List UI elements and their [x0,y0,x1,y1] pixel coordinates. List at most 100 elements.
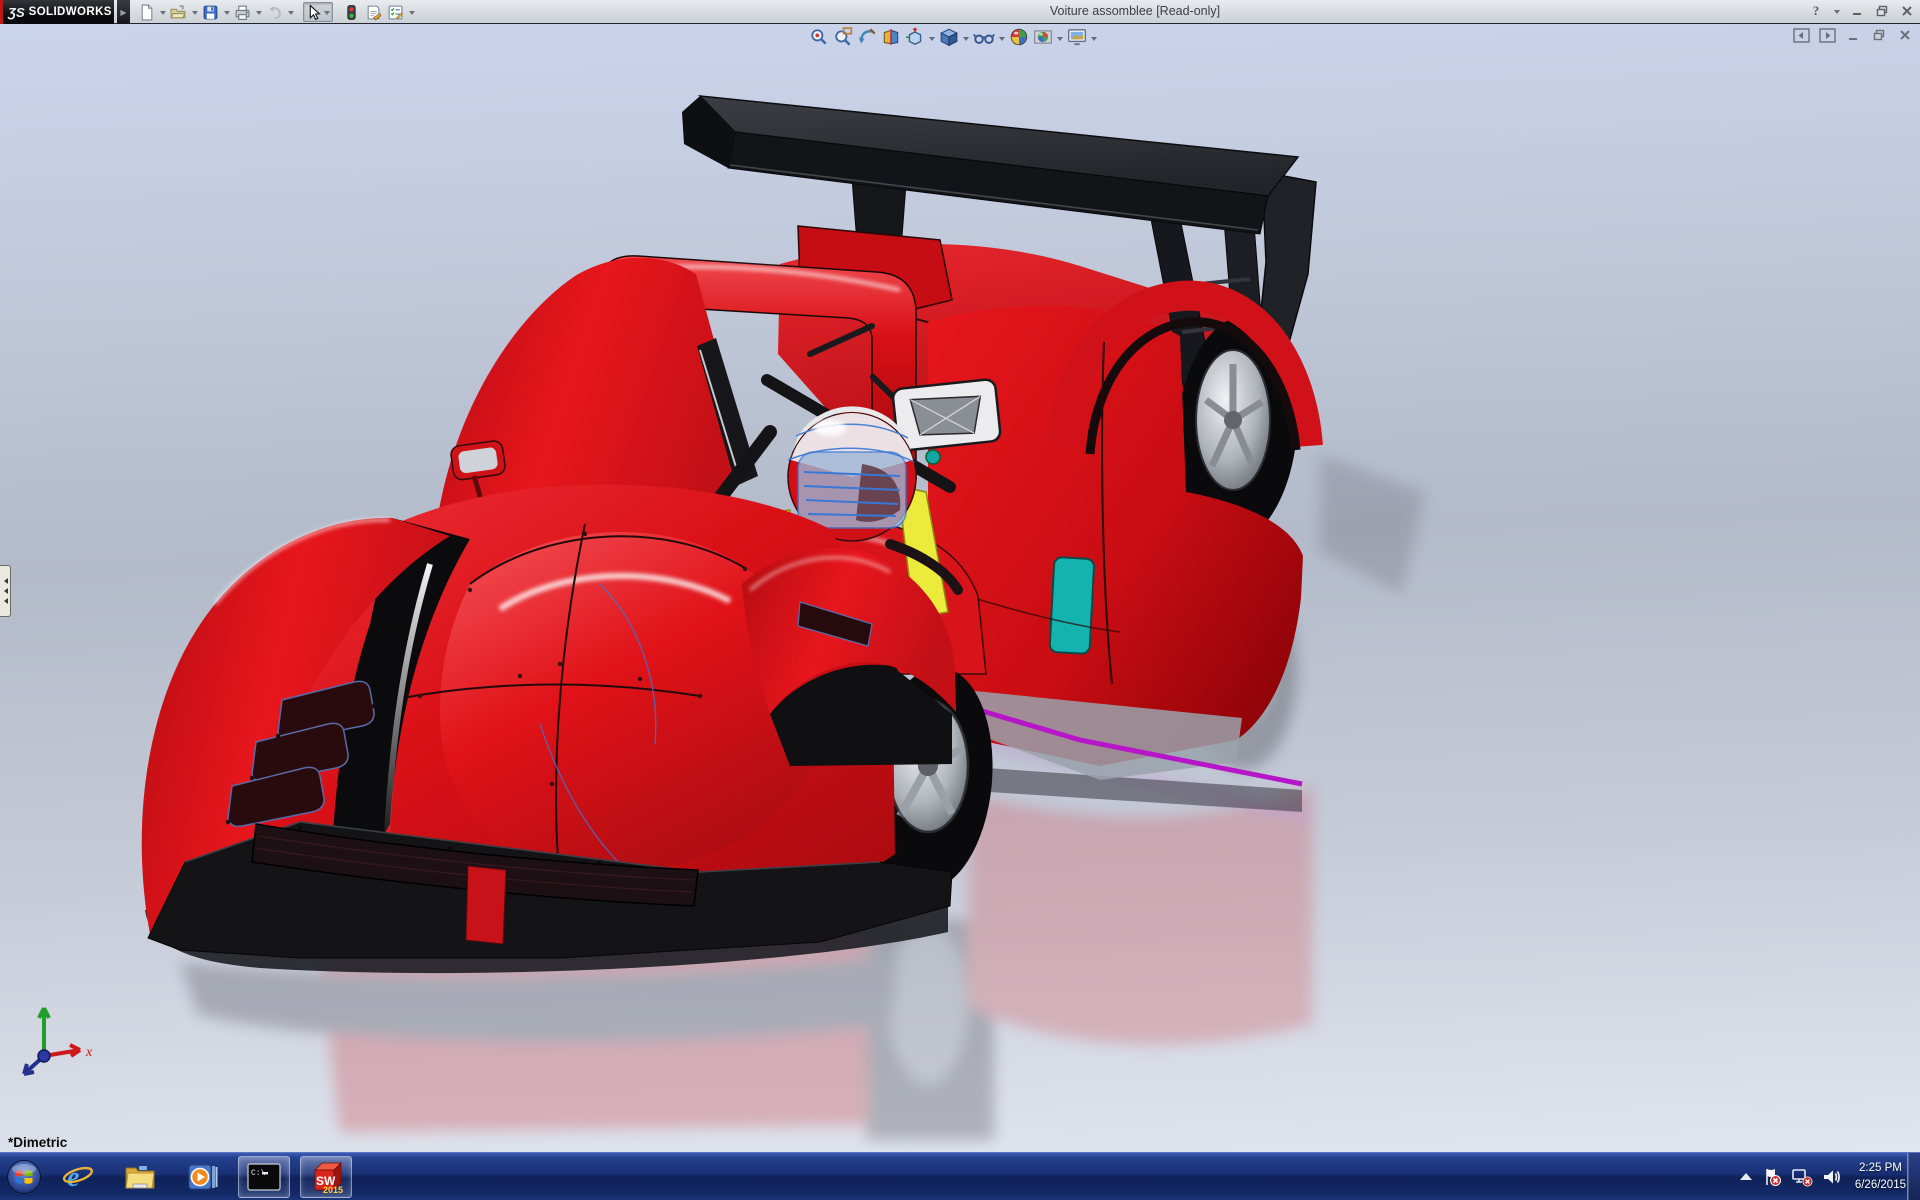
minimize-document-icon[interactable] [1844,27,1862,43]
display-style-icon [939,27,959,47]
new-document-button[interactable] [136,2,157,22]
media-player-icon [185,1160,219,1194]
print-dropdown[interactable] [254,4,263,20]
system-tray: 2:25 PM 6/26/2015 [1739,1153,1906,1200]
minimize-icon[interactable] [1848,2,1866,20]
help-icon[interactable]: ? [1807,2,1825,20]
taskbar-items: e [52,1156,352,1198]
view-orientation-label: *Dimetric [8,1135,67,1150]
help-dropdown[interactable] [1832,3,1841,19]
new-document-dropdown[interactable] [158,4,167,20]
view-orientation-dropdown[interactable] [928,30,936,44]
open-icon [170,4,187,21]
undo-dropdown[interactable] [286,4,295,20]
view-settings-button[interactable] [1066,26,1088,48]
network-status-icon[interactable] [1791,1167,1813,1187]
taskbar-item-solidworks[interactable]: SW 2015 [300,1156,352,1198]
select-button[interactable] [303,2,333,22]
view-settings-dropdown[interactable] [1090,30,1098,44]
previous-view-button[interactable] [856,26,878,48]
zoom-to-fit-button[interactable] [808,26,830,48]
hide-show-items-button[interactable] [972,26,996,48]
clock-time: 2:25 PM [1855,1160,1906,1177]
options-icon [387,4,404,21]
open-button[interactable] [168,2,189,22]
edit-appearance-icon [1009,27,1029,47]
file-properties-button[interactable] [363,2,384,22]
previous-window-icon[interactable] [1792,27,1810,43]
restore-icon[interactable] [1873,2,1891,20]
section-view-button[interactable] [880,26,902,48]
edit-appearance-button[interactable] [1008,26,1030,48]
zoom-to-fit-icon [809,27,829,47]
solidworks-logo-mark-icon: ƷS [8,5,25,20]
heads-up-view-toolbar [808,26,1098,48]
close-icon[interactable] [1898,2,1916,20]
show-hidden-icons-button[interactable] [1739,1172,1753,1182]
hide-show-items-dropdown[interactable] [998,30,1006,44]
apply-scene-button[interactable] [1032,26,1054,48]
undo-icon [266,4,283,21]
options-dropdown[interactable] [407,4,416,20]
menu-flyout-arrow-icon[interactable]: ▶ [117,0,130,24]
previous-view-icon [857,27,877,47]
print-icon [234,4,251,21]
close-document-icon[interactable] [1896,27,1914,43]
restore-document-icon[interactable] [1870,27,1888,43]
command-prompt-icon: C:\ [246,1162,282,1192]
taskbar-item-internet-explorer[interactable]: e [52,1156,104,1198]
taskbar-item-media-player[interactable] [176,1156,228,1198]
solidworks-icon-year: 2015 [323,1185,343,1195]
view-orientation-button[interactable] [904,26,926,48]
taskbar: e [0,1152,1920,1200]
windows-start-icon [5,1158,43,1196]
zoom-to-area-button[interactable] [832,26,854,48]
window-title: Voiture assomblee [Read-only] [1050,4,1220,18]
air-intake[interactable] [892,379,1001,451]
save-icon [202,4,219,21]
select-dropdown[interactable] [322,4,331,20]
document-window-controls [1792,27,1914,43]
rebuild-traffic-light-icon [343,4,360,21]
side-mirror[interactable] [450,440,506,481]
svg-text:e: e [67,1162,79,1193]
window-controls: ? [1807,2,1916,20]
hide-show-items-icon [973,27,995,47]
apply-scene-icon [1033,27,1053,47]
main-toolbar [136,1,416,23]
internet-explorer-icon: e [61,1160,95,1194]
undo-button[interactable] [264,2,285,22]
file-properties-icon [365,4,382,21]
apply-scene-dropdown[interactable] [1056,30,1064,44]
solidworks-app-icon: SW 2015 [308,1159,344,1195]
display-style-dropdown[interactable] [962,30,970,44]
options-button[interactable] [385,2,406,22]
graphics-viewport[interactable]: x *Dimetric [0,24,1920,1152]
solidworks-logo-text: SOLIDWORKS [29,6,112,18]
reference-triad: x [10,994,110,1094]
titlebar: ƷS SOLIDWORKS ▶ [0,0,1920,24]
save-button[interactable] [200,2,221,22]
taskbar-item-windows-explorer[interactable] [114,1156,166,1198]
triad-x-label: x [85,1045,93,1060]
select-cursor-icon [305,4,322,21]
display-style-button[interactable] [938,26,960,48]
zoom-to-area-icon [833,27,853,47]
folder-icon [123,1160,157,1194]
action-center-flag-icon[interactable] [1762,1167,1782,1187]
open-dropdown[interactable] [190,4,199,20]
volume-icon[interactable] [1822,1167,1842,1187]
taskbar-clock[interactable]: 2:25 PM 6/26/2015 [1855,1160,1906,1195]
rebuild-button[interactable] [341,2,362,22]
next-window-icon[interactable] [1818,27,1836,43]
view-orientation-icon [905,27,925,47]
show-desktop-button[interactable] [1907,1153,1920,1200]
feature-manager-collapsed-tab[interactable] [0,565,11,617]
desktop: ƷS SOLIDWORKS ▶ [0,0,1920,1200]
view-settings-icon [1067,27,1087,47]
save-dropdown[interactable] [222,4,231,20]
model-render[interactable] [0,24,1920,1152]
taskbar-item-command-prompt[interactable]: C:\ [238,1156,290,1198]
start-button[interactable] [2,1154,46,1200]
print-button[interactable] [232,2,253,22]
